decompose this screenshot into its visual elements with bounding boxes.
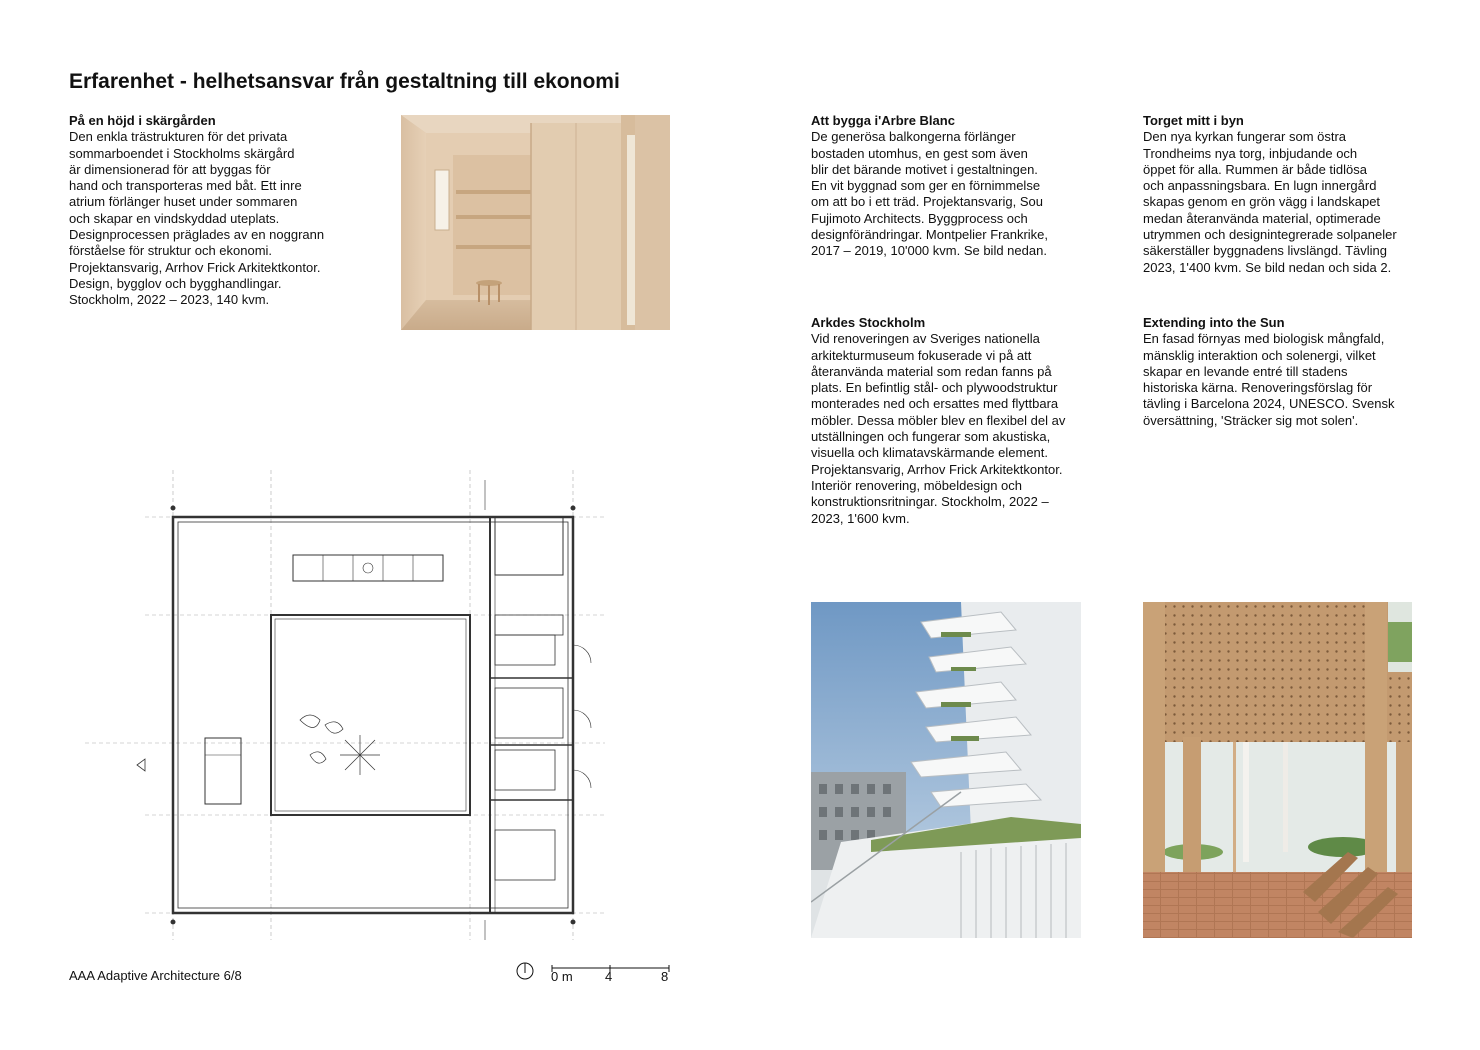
project-heading: Att bygga i'Arbre Blanc xyxy=(811,113,955,128)
project-arkdes: Arkdes Stockholm Vid renoveringen av Sve… xyxy=(811,315,1111,527)
scale-label-8: 8 xyxy=(661,969,669,984)
north-arrow-icon xyxy=(516,962,534,980)
project-heading: Torget mitt i byn xyxy=(1143,113,1244,128)
project-body: Den enkla trästrukturen för det privata … xyxy=(69,129,325,308)
church-render xyxy=(1143,602,1412,938)
project-heading: Extending into the Sun xyxy=(1143,315,1285,330)
floor-plan xyxy=(85,470,605,940)
project-body: En fasad förnyas med biologisk mångfald,… xyxy=(1143,331,1395,428)
project-extending-sun: Extending into the Sun En fasad förnyas … xyxy=(1143,315,1443,429)
project-arbre-blanc: Att bygga i'Arbre Blanc De generösa balk… xyxy=(811,113,1111,260)
project-body: De generösa balkongerna förlänger bostad… xyxy=(811,129,1049,259)
project-heading: På en höjd i skärgården xyxy=(69,113,216,128)
footer-label: AAA Adaptive Architecture 6/8 xyxy=(69,968,242,983)
project-body: Vid renoveringen av Sveriges nationella … xyxy=(811,331,1066,526)
tower-photo xyxy=(811,602,1081,938)
project-skargarden: På en höjd i skärgården Den enkla trästr… xyxy=(69,113,369,309)
project-torget: Torget mitt i byn Den nya kyrkan fungera… xyxy=(1143,113,1443,276)
interior-photo xyxy=(401,115,670,330)
project-body: Den nya kyrkan fungerar som östra Trondh… xyxy=(1143,129,1397,275)
scale-label-0: 0 m xyxy=(551,969,573,984)
scale-bar: 0 m 4 8 xyxy=(516,962,676,992)
page-title: Erfarenhet - helhetsansvar från gestaltn… xyxy=(69,70,620,93)
scale-label-4: 4 xyxy=(605,969,613,984)
project-heading: Arkdes Stockholm xyxy=(811,315,926,330)
